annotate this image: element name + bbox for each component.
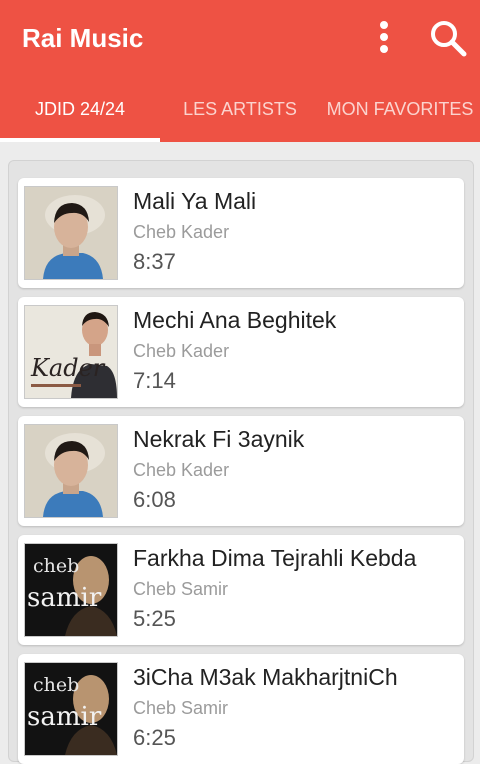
- search-icon: [431, 21, 467, 57]
- album-cover-text: cheb: [33, 555, 79, 577]
- song-duration: 6:25: [133, 725, 176, 750]
- album-cover: [24, 186, 118, 280]
- song-card[interactable]: Kader Mechi Ana Beghitek Cheb Kader 7:14: [18, 297, 464, 407]
- album-cover-text: samir: [27, 583, 102, 613]
- tab-indicator: [0, 138, 160, 142]
- song-title: Mali Ya Mali: [133, 188, 257, 214]
- tab-jdid[interactable]: JDID 24/24: [0, 88, 160, 142]
- song-artist: Cheb Samir: [133, 698, 229, 718]
- song-card[interactable]: Nekrak Fi 3aynik Cheb Kader 6:08: [18, 416, 464, 526]
- album-cover-text: samir: [27, 702, 102, 732]
- song-artist: Cheb Samir: [133, 579, 229, 599]
- song-title: Farkha Dima Tejrahli Kebda: [133, 545, 417, 571]
- album-cover: cheb samir: [24, 662, 118, 756]
- song-card[interactable]: cheb samir Farkha Dima Tejrahli Kebda Ch…: [18, 535, 464, 645]
- app-bar: Rai Music JDID 24/24 LES ARTISTS MON FAV…: [0, 0, 480, 142]
- song-artist: Cheb Kader: [133, 460, 230, 480]
- tab-mon-favorites[interactable]: MON FAVORITES: [318, 88, 480, 142]
- song-title: Mechi Ana Beghitek: [133, 307, 337, 333]
- tab-label: MON FAVORITES: [326, 99, 474, 119]
- search-button[interactable]: [428, 18, 468, 58]
- song-duration: 6:08: [133, 487, 176, 512]
- song-artist: Cheb Kader: [133, 222, 230, 242]
- album-cover-text: cheb: [33, 674, 79, 696]
- song-artist: Cheb Kader: [133, 341, 230, 361]
- song-card[interactable]: cheb samir 3iCha M3ak MakharjtniCh Cheb …: [18, 654, 464, 764]
- song-card[interactable]: Mali Ya Mali Cheb Kader 8:37: [18, 178, 464, 288]
- song-title: 3iCha M3ak MakharjtniCh: [133, 664, 398, 690]
- album-cover: cheb samir: [24, 543, 118, 637]
- tab-les-artists[interactable]: LES ARTISTS: [160, 88, 320, 142]
- song-title: Nekrak Fi 3aynik: [133, 426, 305, 452]
- song-duration: 7:14: [133, 368, 176, 393]
- album-cover: [24, 424, 118, 518]
- tab-label: LES ARTISTS: [183, 99, 297, 119]
- song-duration: 5:25: [133, 606, 176, 631]
- more-vert-icon: [380, 21, 388, 53]
- song-duration: 8:37: [133, 249, 176, 274]
- album-cover: Kader: [24, 305, 118, 399]
- more-options-button[interactable]: [370, 18, 398, 56]
- app-title: Rai Music: [22, 23, 144, 53]
- album-cover-text: Kader: [30, 354, 106, 382]
- tab-label: JDID 24/24: [34, 99, 126, 119]
